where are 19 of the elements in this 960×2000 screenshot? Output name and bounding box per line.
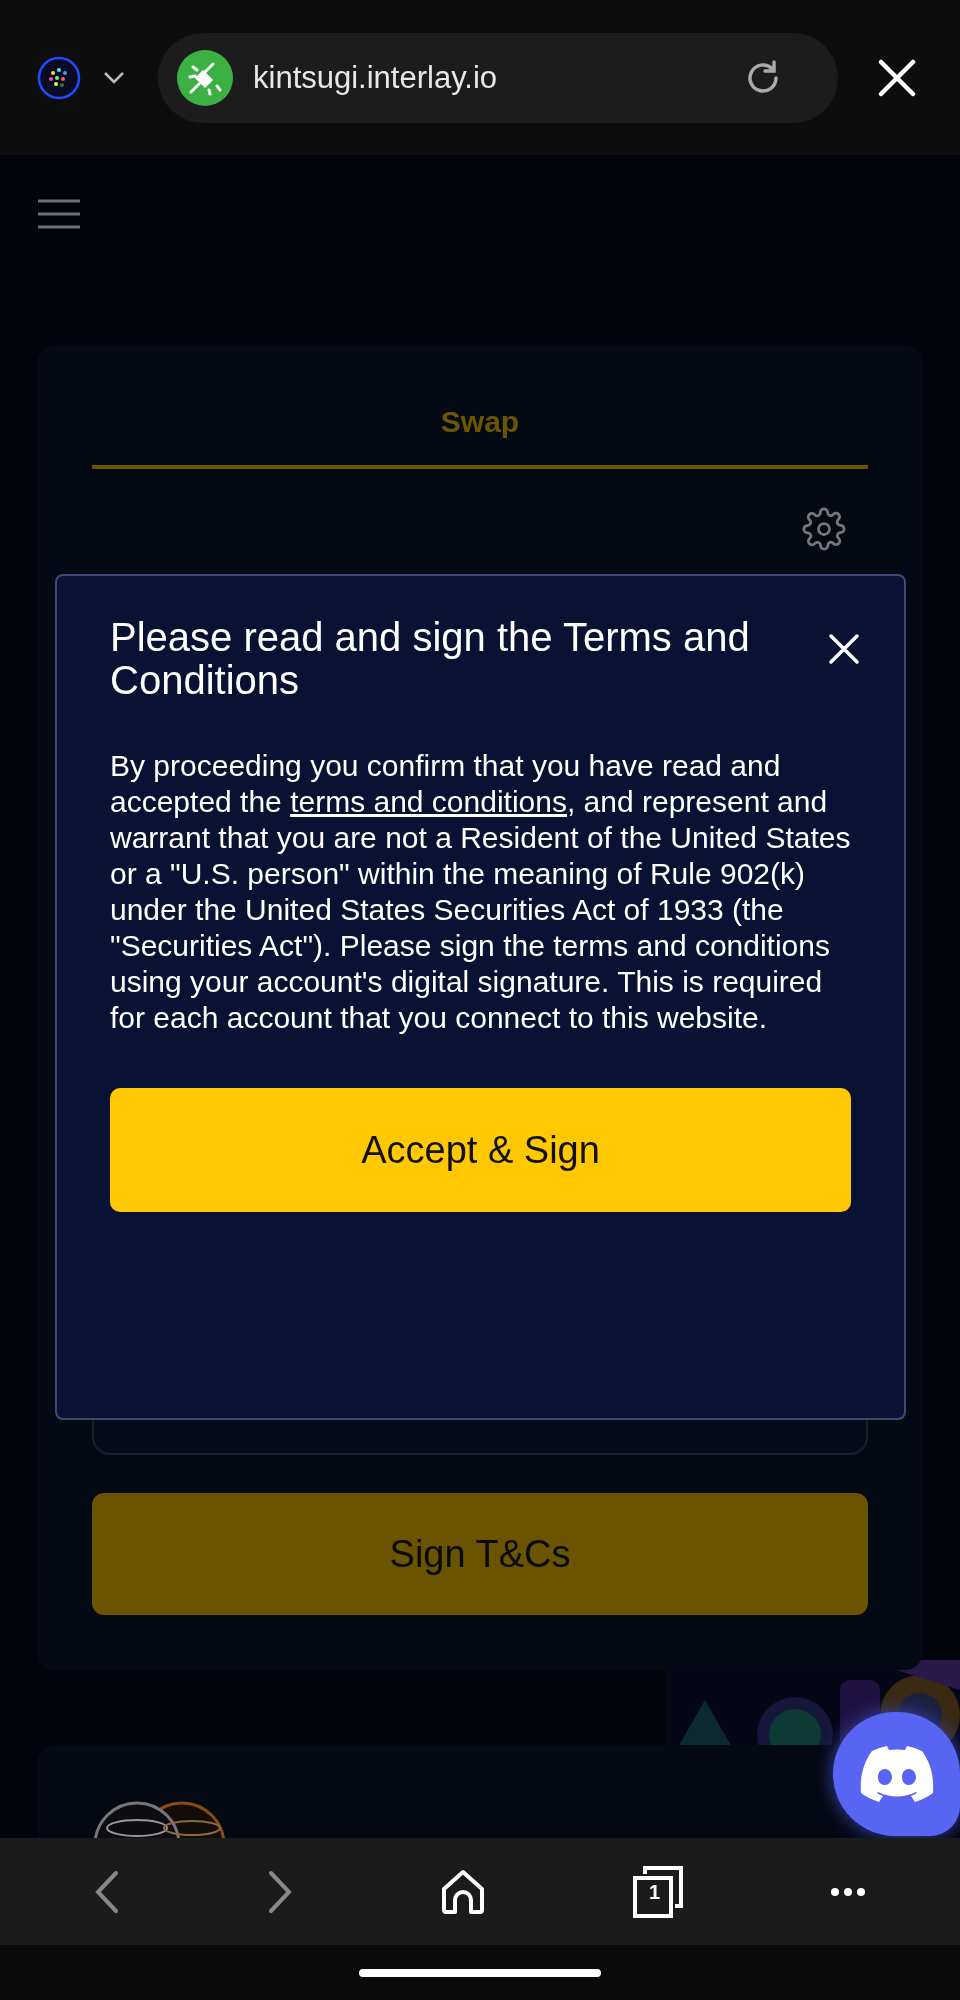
terms-link[interactable]: terms and conditions <box>290 785 567 818</box>
home-icon[interactable] <box>439 1868 486 1915</box>
accept-sign-button[interactable]: Accept & Sign <box>110 1088 851 1212</box>
more-icon[interactable] <box>830 1886 867 1897</box>
plug-icon <box>177 49 233 106</box>
back-icon[interactable] <box>93 1869 120 1914</box>
forward-icon[interactable] <box>266 1869 293 1914</box>
settings-icon[interactable] <box>802 507 846 551</box>
terms-text: By proceeding you confirm that you have read and accepted the terms and conditions, and represent and warrant that you are not a Resident of the United States or a "U.S. person" within the meaning of Rule 902(k) under the United States Securities Act of 1933 (the "Securities Act"). Please sign the terms and conditions using your account's digital signature. This is required for each account that you connect to this website. <box>110 748 851 1036</box>
chat-bubble-icon <box>859 1746 934 1802</box>
close-icon[interactable] <box>878 58 916 97</box>
address-bar[interactable]: kintsugi.interlay.io <box>158 32 838 123</box>
home-indicator[interactable] <box>359 1968 601 1977</box>
chevron-down-icon[interactable] <box>103 70 125 85</box>
dialog-title: Please read and sign the Terms and Conditions <box>110 616 751 702</box>
profile-icon[interactable] <box>37 55 81 100</box>
menu-icon[interactable] <box>38 199 80 229</box>
close-icon[interactable] <box>829 634 859 664</box>
url-text: kintsugi.interlay.io <box>253 59 499 96</box>
